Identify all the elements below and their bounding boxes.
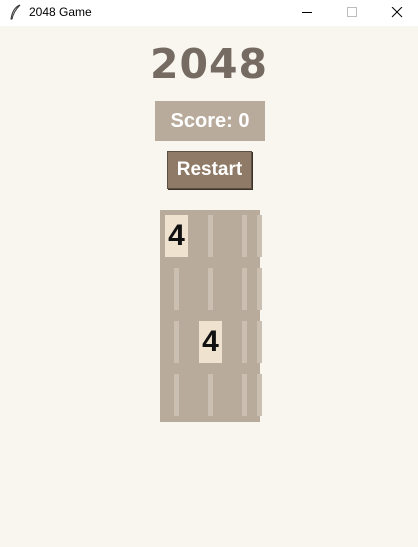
restart-button[interactable]: Restart (167, 151, 252, 189)
close-icon (391, 7, 403, 18)
empty-cell (242, 268, 247, 310)
tile: 4 (199, 321, 222, 363)
minimize-button[interactable] (284, 0, 329, 26)
score-label: Score: 0 (155, 101, 265, 141)
game-title: 2048 (149, 40, 269, 88)
empty-cell (174, 374, 179, 416)
empty-cell (242, 215, 247, 257)
empty-cell (257, 374, 262, 416)
empty-cell (242, 321, 247, 363)
empty-cell (242, 374, 247, 416)
feather-icon (10, 4, 21, 20)
maximize-icon (347, 7, 357, 17)
empty-cell (257, 268, 262, 310)
close-button[interactable] (374, 0, 418, 26)
empty-cell (208, 215, 213, 257)
window-title: 2048 Game (29, 5, 92, 19)
game-board: 44 (160, 210, 262, 422)
empty-cell (174, 321, 179, 363)
empty-cell (257, 321, 262, 363)
minimize-icon (302, 12, 312, 13)
empty-cell (208, 374, 213, 416)
empty-cell (174, 268, 179, 310)
maximize-button[interactable] (329, 0, 374, 26)
tile: 4 (165, 215, 188, 257)
empty-cell (208, 268, 213, 310)
empty-cell (257, 215, 262, 257)
title-bar: 2048 Game (0, 0, 418, 26)
